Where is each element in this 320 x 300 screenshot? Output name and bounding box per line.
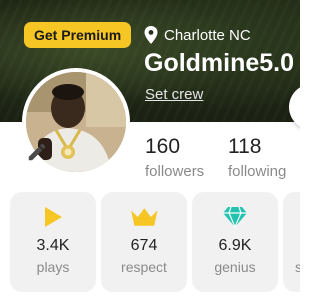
plays-value: 3.4K <box>36 237 70 254</box>
edit-avatar-icon[interactable] <box>26 141 48 163</box>
genius-value: 6.9K <box>218 237 252 254</box>
location: Charlotte NC <box>144 24 251 46</box>
plays-label: plays <box>36 259 70 275</box>
partial-stat-card[interactable]: s <box>283 192 300 292</box>
profile-screen: Get Premium Charlotte NC Goldmine5.0 Set… <box>0 0 300 300</box>
respect-value: 674 <box>130 237 158 254</box>
following-stat[interactable]: 118 following <box>228 134 286 182</box>
followers-label: followers <box>145 163 205 180</box>
diamond-icon <box>192 206 278 228</box>
genius-label: genius <box>214 259 256 275</box>
followers-count: 160 <box>145 135 181 158</box>
respect-card[interactable]: 674 respect <box>101 192 187 292</box>
genius-card[interactable]: 6.9K genius <box>192 192 278 292</box>
following-count: 118 <box>228 135 262 158</box>
respect-label: respect <box>121 259 167 275</box>
partial-stat-label: s <box>295 259 300 275</box>
following-label: following <box>228 163 287 180</box>
play-icon <box>10 206 96 228</box>
location-text: Charlotte NC <box>164 26 251 44</box>
get-premium-button[interactable]: Get Premium <box>24 22 132 48</box>
username: Goldmine5.0 <box>144 49 295 77</box>
location-pin-icon <box>144 26 158 44</box>
set-crew-link[interactable]: Set crew <box>145 86 203 103</box>
plays-card[interactable]: 3.4K plays <box>10 192 96 292</box>
followers-stat[interactable]: 160 followers <box>145 134 204 182</box>
crown-icon <box>101 206 187 228</box>
